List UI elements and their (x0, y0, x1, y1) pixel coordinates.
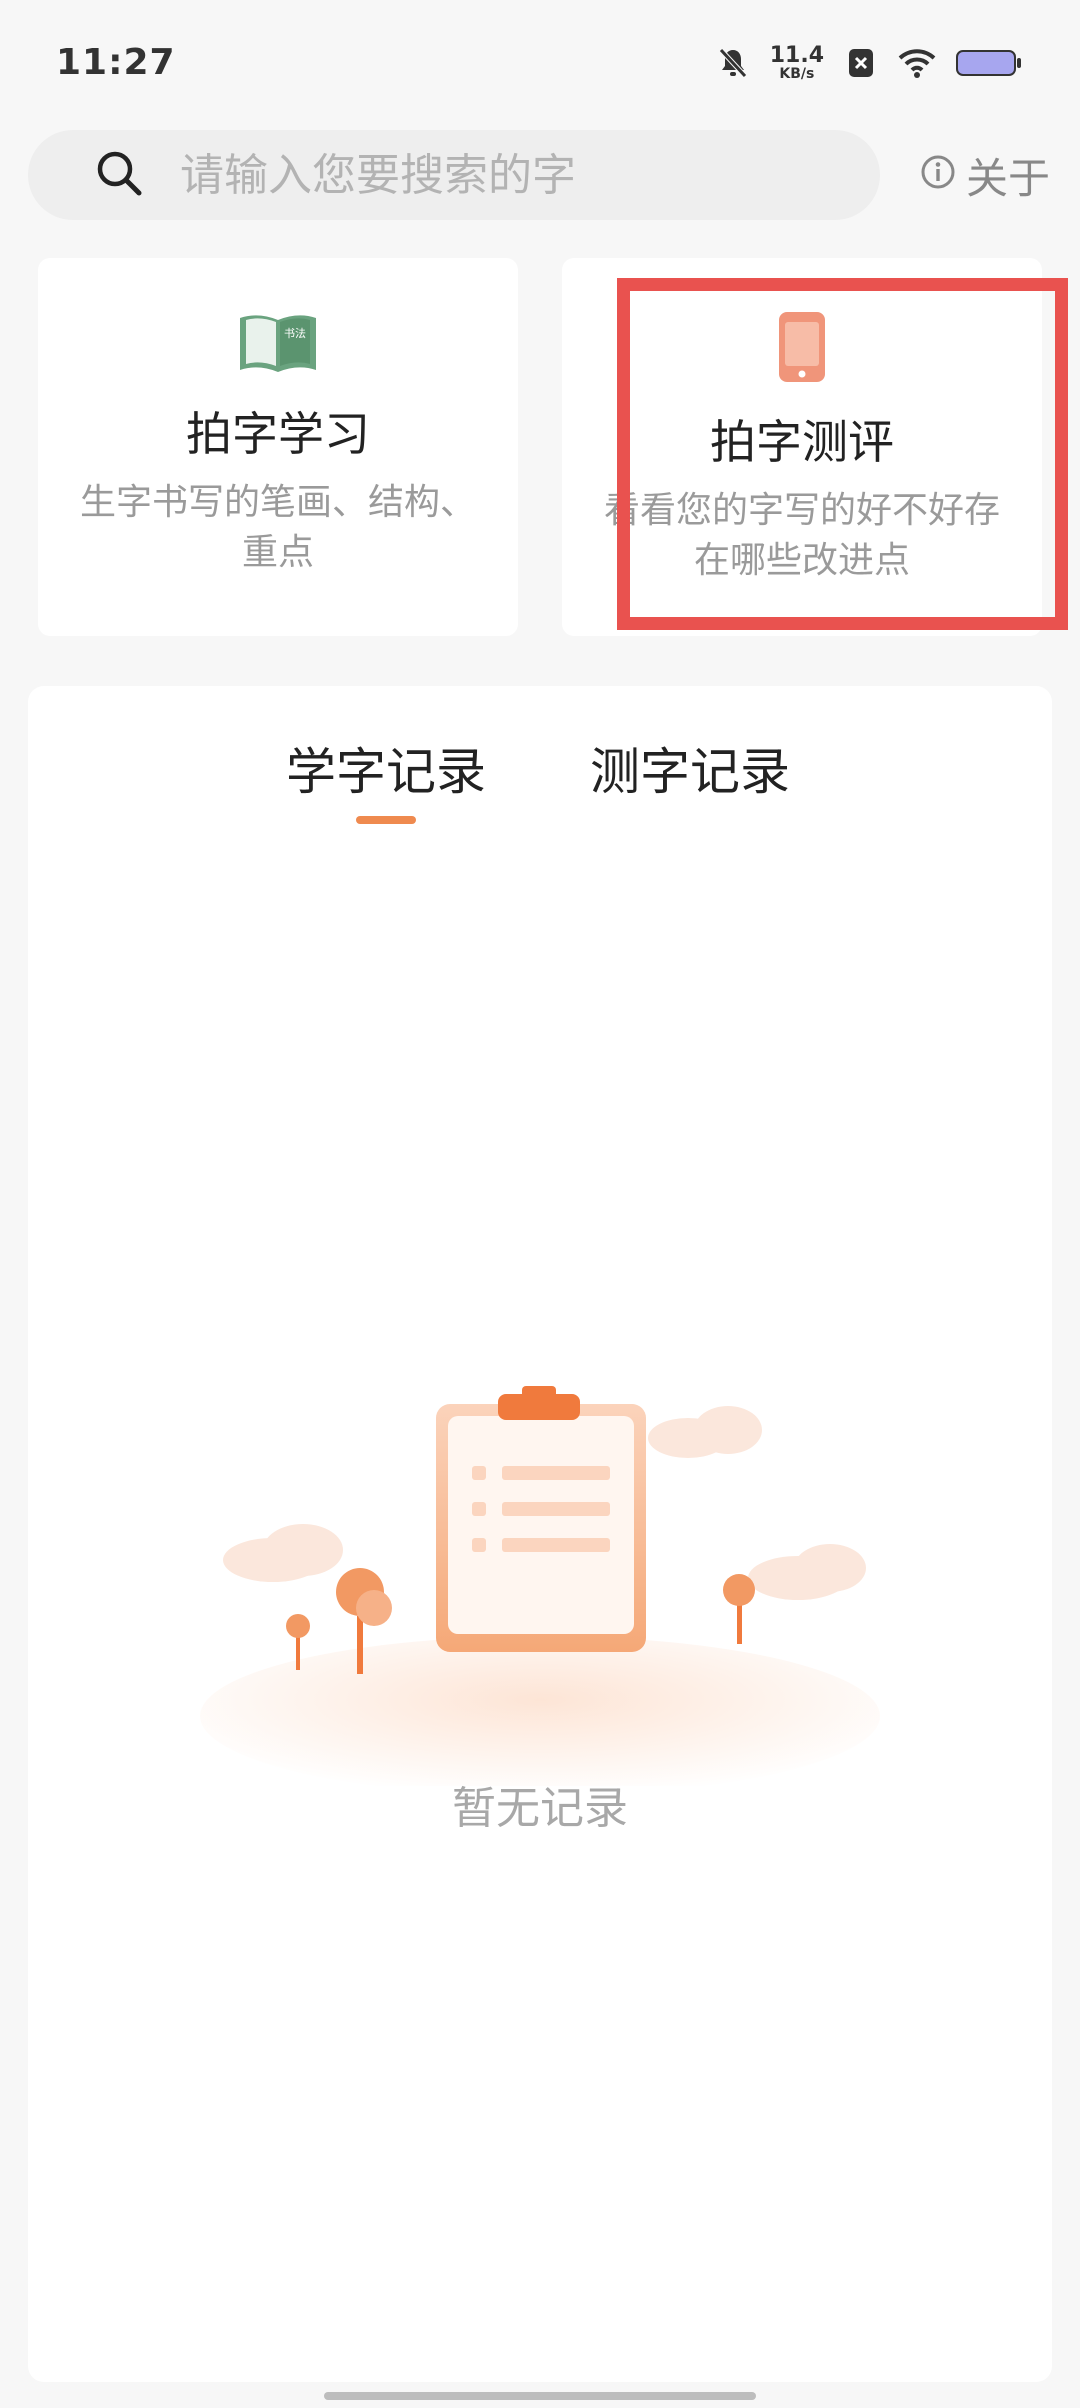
card-learn-desc: 生字书写的笔画、结构、重点 (79, 482, 476, 573)
about-label: 关于 (966, 153, 1051, 203)
book-text-1: 书法 (284, 326, 306, 340)
wifi-icon (898, 44, 936, 82)
sim-disabled-icon (842, 44, 880, 82)
search-icon (94, 148, 144, 202)
status-bar: 11:27 11.4 KB/s (0, 0, 1080, 125)
home-indicator[interactable] (324, 2392, 756, 2400)
search-box[interactable] (28, 130, 880, 220)
empty-records-text: 暂无记录 (452, 1783, 628, 1834)
status-icons: 11.4 KB/s (714, 44, 1024, 82)
net-speed: 11.4 KB/s (769, 42, 824, 82)
info-icon (920, 151, 956, 200)
phone-icon (774, 310, 830, 388)
clipboard-icon (436, 1386, 646, 1652)
about-button[interactable]: 关于 (920, 145, 1050, 206)
card-evaluate-desc: 看看您的字写的好不好存在哪些改进点 (603, 490, 1000, 581)
empty-illustration (200, 1386, 880, 1786)
status-time: 11:27 (56, 42, 176, 83)
card-evaluate[interactable]: 拍字测评 看看您的字写的好不好存在哪些改进点 (562, 258, 1042, 636)
card-learn-title: 拍字学习 (186, 407, 370, 461)
records-panel: 学字记录 测字记录 暂无记录 (28, 686, 1052, 2382)
search-row: 关于 (28, 130, 1052, 220)
feature-cards: 书法 拍字学习 生字书写的笔画、结构、重点 拍字测评 看看您的字写的好不好存在哪… (38, 258, 1042, 636)
tree-right (723, 1574, 755, 1644)
card-learn[interactable]: 书法 拍字学习 生字书写的笔画、结构、重点 (38, 258, 518, 636)
card-evaluate-title: 拍字测评 (710, 415, 894, 469)
search-input[interactable] (178, 148, 878, 202)
calligraphy-book-icon: 书法 (238, 310, 318, 380)
battery-icon (954, 44, 1024, 82)
bell-mute-icon (714, 44, 752, 82)
